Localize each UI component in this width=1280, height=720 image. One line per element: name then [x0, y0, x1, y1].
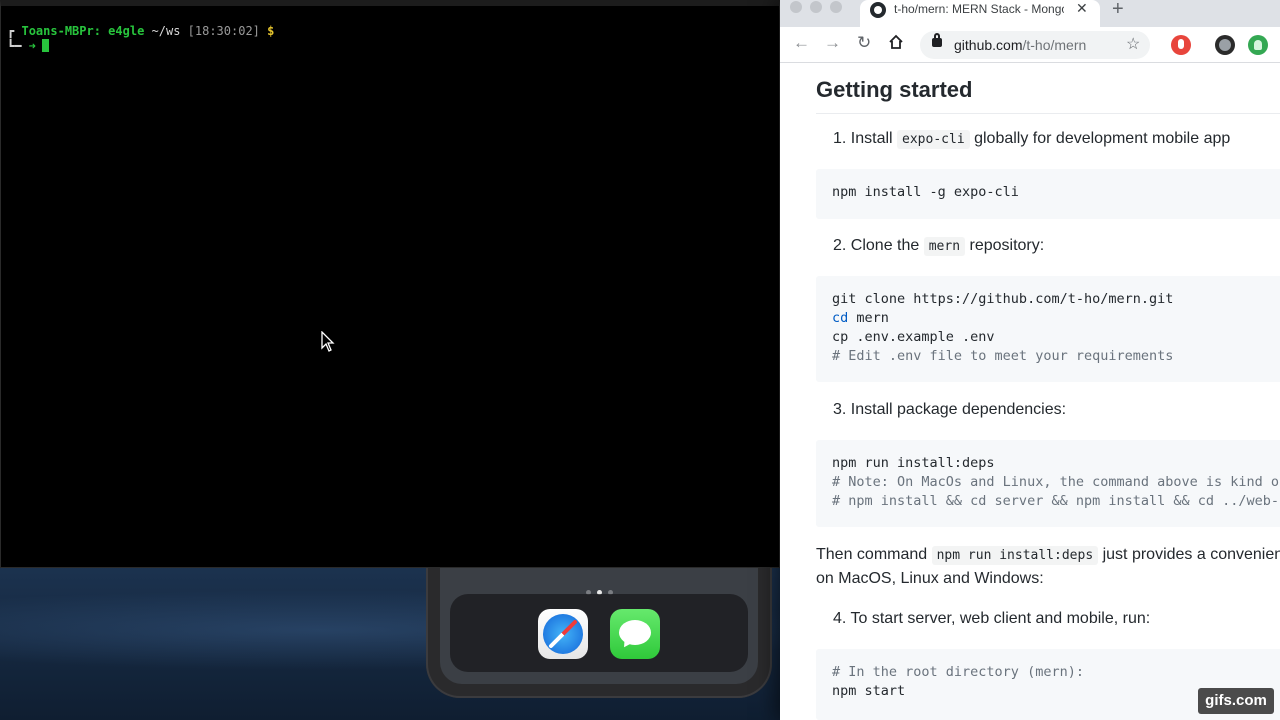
minimize-window-button[interactable] [810, 1, 822, 13]
code-block-clone: git clone https://github.com/t-ho/mern.g… [816, 276, 1280, 382]
code-block-install-deps: npm run install:deps # Note: On MacOs an… [816, 440, 1280, 527]
step-2-text-end: repository: [965, 237, 1045, 254]
text-cursor [41, 39, 49, 52]
url-path: /t-ho/mern [1022, 37, 1087, 53]
readme-content: Getting started 1. Install expo-cli glob… [780, 63, 1280, 720]
step-4: 4. To start server, web client and mobil… [833, 610, 1151, 627]
prompt-host: Toans-MBPr: [21, 24, 101, 38]
prompt-arrow: ➜ [21, 39, 36, 53]
browser-window: t-ho/mern: MERN Stack - MongoDB ✕ + ← → … [780, 0, 1280, 720]
terminal-prompt-line: ┏ Toans-MBPr: e4gle ~/ws [18:30:02] $ [7, 24, 274, 38]
paragraph-line-1: Then command npm run install:deps just p… [816, 546, 1280, 565]
code-keyword: cd [832, 310, 849, 326]
step-2-text: 2. Clone the [833, 237, 924, 254]
tab-strip: t-ho/mern: MERN Stack - MongoDB ✕ + [780, 0, 1280, 27]
code-line: npm start [832, 683, 906, 699]
tab-github-mern[interactable]: t-ho/mern: MERN Stack - MongoDB ✕ [860, 0, 1100, 27]
inline-code: npm run install:deps [931, 546, 1099, 565]
gifs-watermark: gifs.com [1198, 688, 1274, 714]
code-block-install-expo: npm install -g expo-cli [816, 169, 1280, 219]
step-2: 2. Clone the mern repository: [833, 237, 1045, 256]
code-line: git clone https://github.com/t-ho/mern.g… [832, 291, 1174, 307]
url-host: github.com [954, 37, 1023, 53]
browser-toolbar: ← → ↻ github.com/t-ho/mern ☆ [780, 27, 1280, 63]
code-comment: # npm install && cd server && npm instal… [832, 493, 1280, 509]
prompt-user: e4gle [100, 24, 145, 38]
prompt-time: [18:30:02] [180, 24, 260, 38]
step-1-text: 1. Install [833, 130, 898, 147]
mouse-pointer-icon [321, 331, 335, 352]
section-heading: Getting started [816, 77, 973, 102]
close-tab-icon[interactable]: ✕ [1076, 0, 1088, 17]
prompt-path: ~/ws [144, 24, 181, 38]
profile-avatar-icon[interactable] [1215, 35, 1235, 55]
simulator-screen [440, 548, 758, 684]
terminal-window[interactable]: ┏ Toans-MBPr: e4gle ~/ws [18:30:02] $ ┗━… [0, 0, 780, 568]
extension-green-icon[interactable] [1248, 35, 1268, 55]
code-line: npm install -g expo-cli [832, 184, 1019, 200]
back-icon[interactable]: ← [793, 33, 810, 53]
prompt-dollar: $ [259, 24, 275, 38]
code-line: npm run install:deps [832, 455, 995, 471]
code-line: cp .env.example .env [832, 329, 995, 345]
step-1: 1. Install expo-cli globally for develop… [833, 130, 1231, 149]
close-window-button[interactable] [790, 1, 802, 13]
paragraph-line-2: on MacOS, Linux and Windows: [816, 570, 1044, 587]
step-1-text-end: globally for development mobile app [969, 130, 1231, 147]
paragraph-text-end: just provides a convenien [1098, 546, 1280, 563]
prompt-corner-bottom: ┗━ [7, 39, 22, 53]
home-icon[interactable] [888, 34, 904, 50]
url-text: github.com/t-ho/mern [954, 37, 1086, 53]
dock [450, 594, 748, 672]
new-tab-button[interactable]: + [1112, 0, 1124, 21]
address-bar[interactable]: github.com/t-ho/mern ☆ [920, 31, 1150, 59]
code-line: mern [848, 310, 889, 326]
bookmark-star-icon[interactable]: ☆ [1126, 34, 1140, 54]
reload-icon[interactable]: ↻ [857, 33, 871, 53]
github-icon [870, 2, 886, 18]
paragraph-text: Then command [816, 546, 932, 563]
code-comment: # Edit .env file to meet your requiremen… [832, 348, 1174, 364]
terminal-input-line[interactable]: ┗━ ➜ [7, 39, 49, 53]
zoom-window-button[interactable] [830, 1, 842, 13]
code-comment: # Note: On MacOs and Linux, the command … [832, 474, 1280, 490]
forward-icon[interactable]: → [824, 33, 841, 53]
code-comment: # In the root directory (mern): [832, 664, 1084, 680]
step-3: 3. Install package dependencies: [833, 401, 1067, 418]
lock-icon [932, 33, 942, 47]
ios-simulator [426, 548, 772, 698]
prompt-corner: ┏ [7, 24, 15, 38]
extension-red-icon[interactable] [1171, 35, 1191, 55]
inline-code: mern [923, 237, 966, 256]
messages-icon[interactable] [610, 609, 660, 659]
heading-rule [816, 113, 1280, 114]
safari-icon[interactable] [538, 609, 588, 659]
inline-code: expo-cli [897, 130, 970, 149]
tab-title: t-ho/mern: MERN Stack - MongoDB [894, 2, 1064, 16]
